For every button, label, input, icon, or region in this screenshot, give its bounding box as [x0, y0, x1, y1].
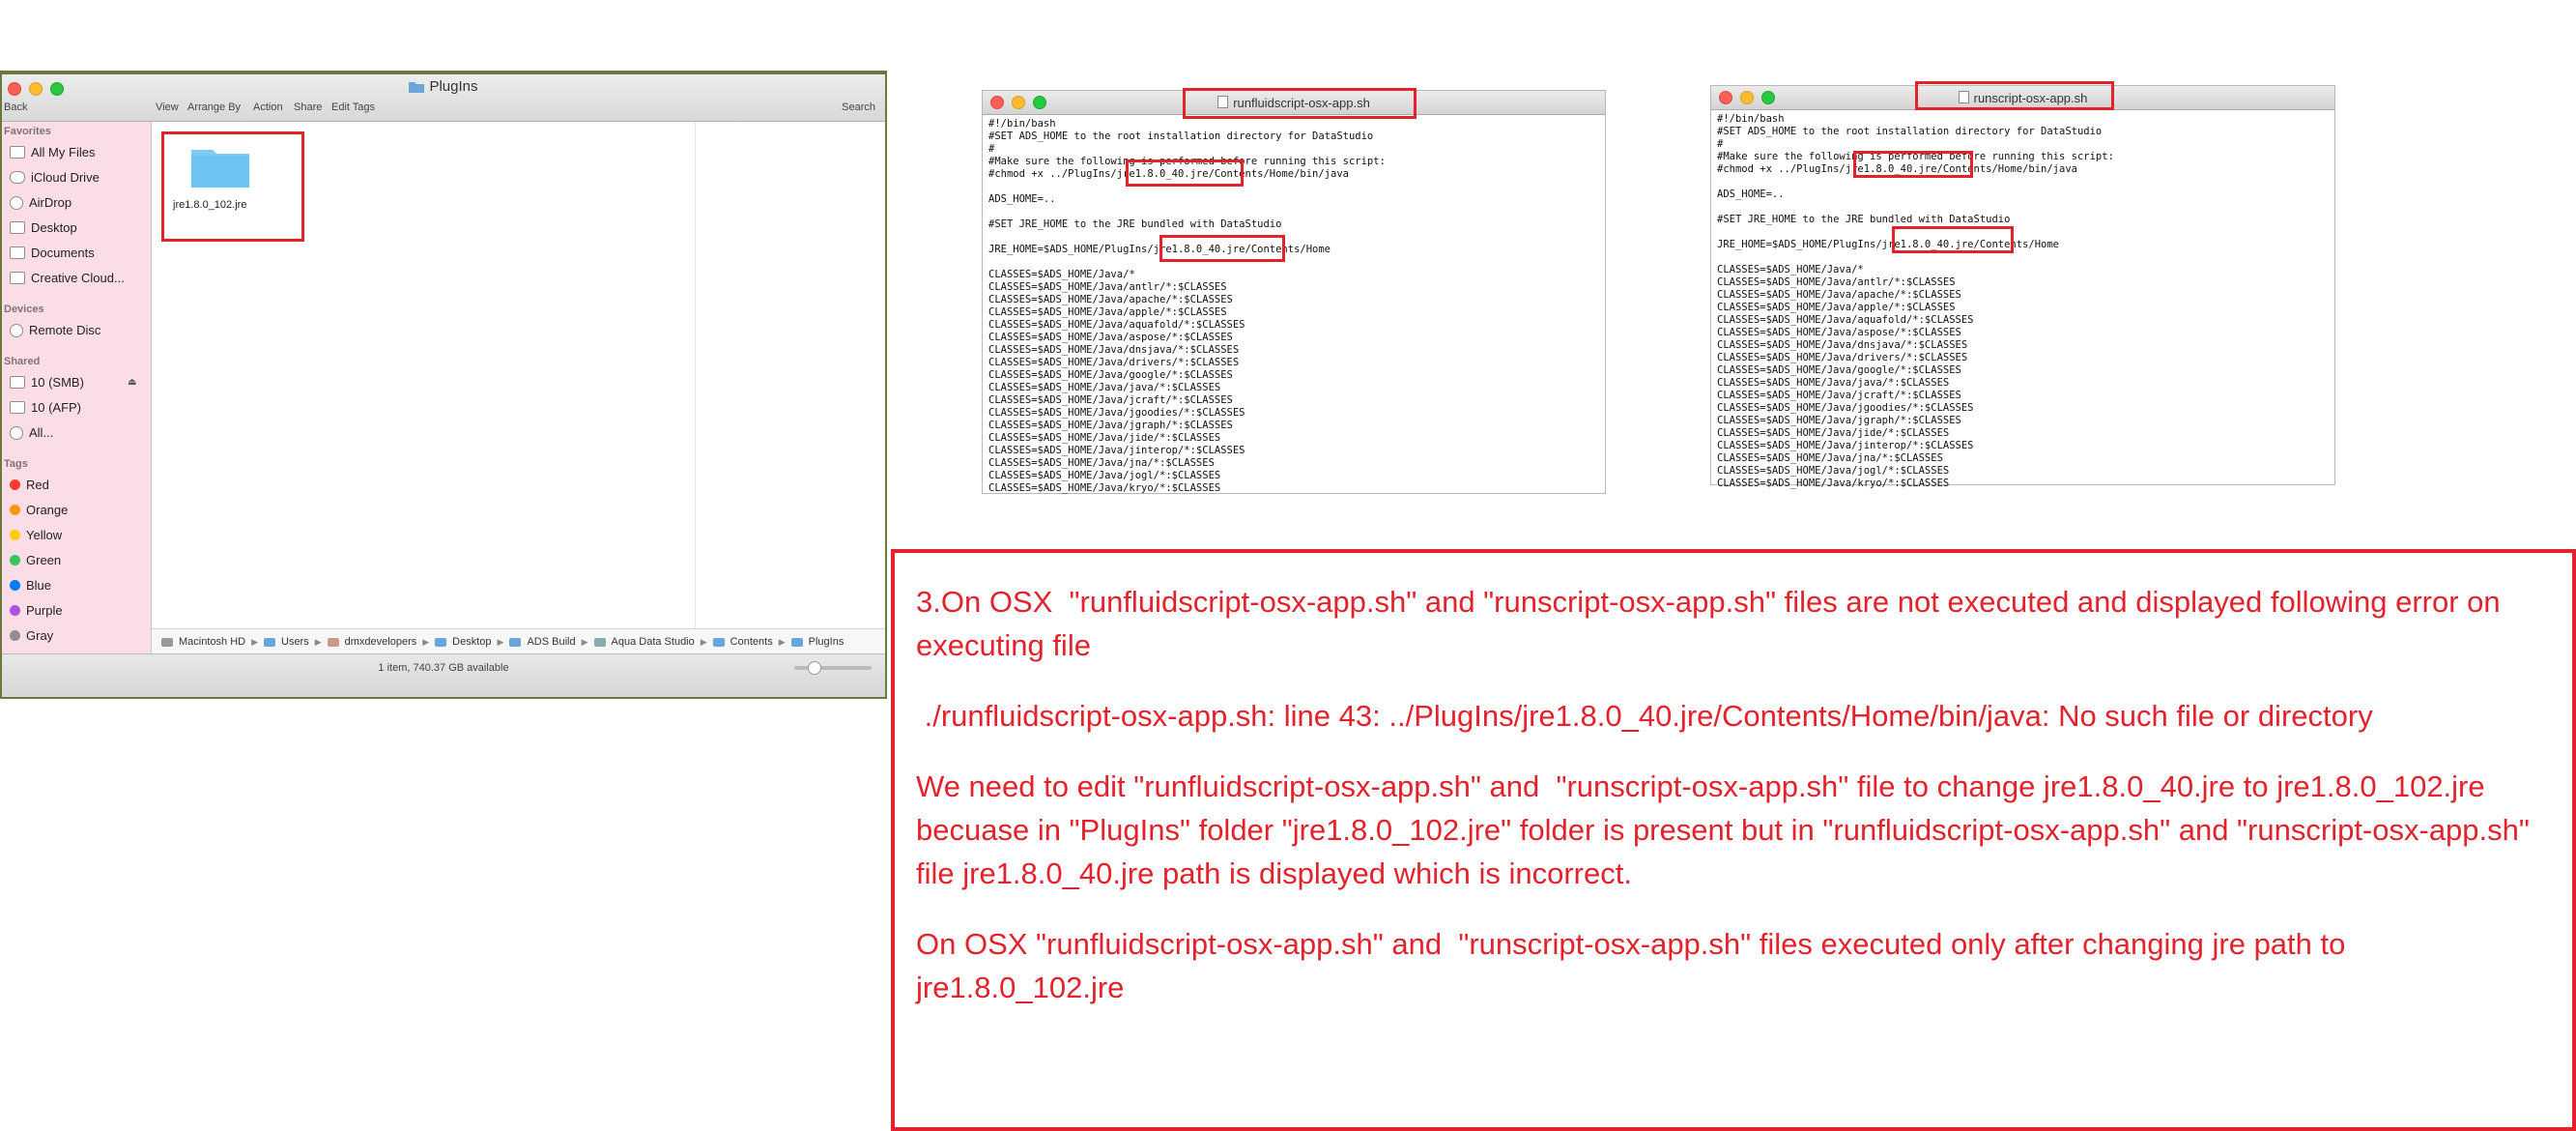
- annotation-box: 3.On OSX "runfluidscript-osx-app.sh" and…: [891, 549, 2576, 1131]
- terminal-titlebar: runscript-osx-app.sh: [1711, 86, 2334, 110]
- finder-window: PlugIns Back View Arrange By Action Shar…: [0, 71, 887, 699]
- sidebar-item-documents[interactable]: Documents: [10, 246, 95, 260]
- path-bar: Macintosh HD ▶ Users ▶ dmxdevelopers ▶ Desk…: [152, 628, 885, 654]
- documents-icon: [10, 246, 25, 259]
- sidebar-tag-green[interactable]: Green: [10, 553, 61, 567]
- hard-drive-icon: [161, 637, 173, 647]
- monitor-icon: [10, 401, 25, 414]
- view-button[interactable]: View: [156, 102, 179, 113]
- path-item[interactable]: Users: [281, 636, 309, 648]
- document-icon: [1958, 91, 1969, 103]
- airdrop-icon: [10, 195, 23, 210]
- status-text: 1 item, 740.37 GB available: [378, 662, 509, 674]
- jre-folder-item[interactable]: [190, 144, 250, 188]
- sidebar-item-desktop[interactable]: Desktop: [10, 220, 77, 235]
- script-content: #!/bin/bash #SET ADS_HOME to the root in…: [1717, 113, 2114, 489]
- finder-sidebar: Favorites All My Files iCloud Drive AirD…: [2, 122, 152, 668]
- search-button[interactable]: Search: [842, 102, 875, 113]
- sidebar-item-all-my-files[interactable]: All My Files: [10, 145, 95, 160]
- tag-color-icon: [10, 580, 20, 591]
- tags-header: Tags: [4, 458, 28, 470]
- terminal-title: runfluidscript-osx-app.sh: [983, 96, 1605, 110]
- monitor-icon: [10, 376, 25, 389]
- script-content: #!/bin/bash #SET ADS_HOME to the root in…: [988, 118, 1386, 494]
- annotation-result: On OSX "runfluidscript-osx-app.sh" and "…: [916, 927, 2354, 1004]
- window-title: PlugIns: [2, 78, 885, 95]
- sidebar-item-remote-disc[interactable]: Remote Disc: [10, 323, 100, 337]
- sidebar-item-icloud-drive[interactable]: iCloud Drive: [10, 170, 100, 185]
- sidebar-item-smb[interactable]: 10 (SMB) ⏏: [10, 375, 136, 390]
- icon-size-slider[interactable]: [794, 661, 872, 675]
- annotation-error: ./runfluidscript-osx-app.sh: line 43: ..…: [916, 699, 2373, 733]
- folder-icon: [790, 637, 803, 647]
- edit-tags-button[interactable]: Edit Tags: [331, 102, 375, 113]
- sidebar-tag-yellow[interactable]: Yellow: [10, 528, 62, 542]
- all-files-icon: [10, 146, 25, 159]
- arrange-by-button[interactable]: Arrange By: [187, 102, 241, 113]
- back-button[interactable]: Back: [4, 102, 27, 113]
- cloud-icon: [10, 171, 25, 184]
- tag-label: Green: [26, 553, 62, 567]
- desktop-icon: [10, 221, 25, 234]
- path-item[interactable]: dmxdevelopers: [345, 636, 417, 648]
- home-icon: [327, 637, 339, 647]
- tag-label: Red: [26, 478, 49, 492]
- sidebar-item-all-shared[interactable]: All...: [10, 425, 53, 440]
- sidebar-tag-red[interactable]: Red: [10, 478, 49, 492]
- tag-label: Yellow: [26, 528, 63, 542]
- sidebar-item-creative-cloud[interactable]: Creative Cloud...: [10, 271, 125, 285]
- file-name-label[interactable]: jre1.8.0_102.jre: [173, 199, 246, 211]
- terminal-titlebar: runfluidscript-osx-app.sh: [983, 91, 1605, 115]
- tag-color-icon: [10, 555, 20, 566]
- eject-icon[interactable]: ⏏: [128, 377, 136, 388]
- path-item[interactable]: ADS Build: [527, 636, 575, 648]
- status-bar: 1 item, 740.37 GB available: [2, 653, 885, 697]
- annotation-issue: 3.On OSX "runfluidscript-osx-app.sh" and…: [916, 585, 2509, 662]
- column-divider: [695, 122, 696, 629]
- tag-color-icon: [10, 605, 20, 616]
- path-item[interactable]: PlugIns: [809, 636, 844, 648]
- path-item[interactable]: Desktop: [452, 636, 491, 648]
- devices-header: Devices: [4, 304, 44, 315]
- terminal-window-runfluidscript: runfluidscript-osx-app.sh #!/bin/bash #S…: [982, 90, 1606, 494]
- folder-icon: [10, 272, 25, 284]
- tag-color-icon: [10, 479, 20, 490]
- folder-icon: [409, 82, 425, 93]
- sidebar-tag-orange[interactable]: Orange: [10, 503, 68, 517]
- tag-color-icon: [10, 630, 20, 641]
- tag-label: Blue: [26, 578, 52, 593]
- share-button[interactable]: Share: [294, 102, 322, 113]
- folder-icon: [435, 637, 447, 647]
- tag-color-icon: [10, 505, 20, 515]
- folder-icon: [191, 150, 249, 188]
- slider-knob[interactable]: [808, 661, 821, 675]
- sidebar-tag-blue[interactable]: Blue: [10, 578, 51, 593]
- disc-icon: [10, 323, 23, 337]
- tag-label: Purple: [26, 603, 63, 618]
- favorites-header: Favorites: [4, 126, 51, 137]
- sidebar-item-afp[interactable]: 10 (AFP): [10, 400, 81, 415]
- tag-label: Gray: [26, 628, 54, 643]
- terminal-window-runscript: runscript-osx-app.sh #!/bin/bash #SET AD…: [1710, 85, 2335, 489]
- terminal-title: runscript-osx-app.sh: [1711, 91, 2334, 105]
- folder-icon: [509, 637, 522, 647]
- path-item[interactable]: Aqua Data Studio: [612, 636, 695, 648]
- sidebar-tag-purple[interactable]: Purple: [10, 603, 63, 618]
- sidebar-tag-gray[interactable]: Gray: [10, 628, 53, 643]
- globe-icon: [10, 425, 23, 440]
- tag-color-icon: [10, 530, 20, 540]
- finder-titlebar: PlugIns Back View Arrange By Action Shar…: [2, 74, 885, 122]
- finder-content: jre1.8.0_102.jre Macintosh HD ▶ Users ▶ dm…: [152, 122, 885, 654]
- sidebar-item-airdrop[interactable]: AirDrop: [10, 195, 72, 210]
- path-item[interactable]: Macintosh HD: [179, 636, 245, 648]
- action-button[interactable]: Action: [253, 102, 283, 113]
- shared-header: Shared: [4, 356, 41, 367]
- tag-label: Orange: [26, 503, 69, 517]
- folder-icon: [712, 637, 725, 647]
- app-icon: [593, 637, 606, 647]
- document-icon: [1217, 96, 1229, 108]
- path-item[interactable]: Contents: [730, 636, 773, 648]
- folder-icon: [264, 637, 275, 647]
- annotation-fix: We need to edit "runfluidscript-osx-app.…: [916, 769, 2538, 890]
